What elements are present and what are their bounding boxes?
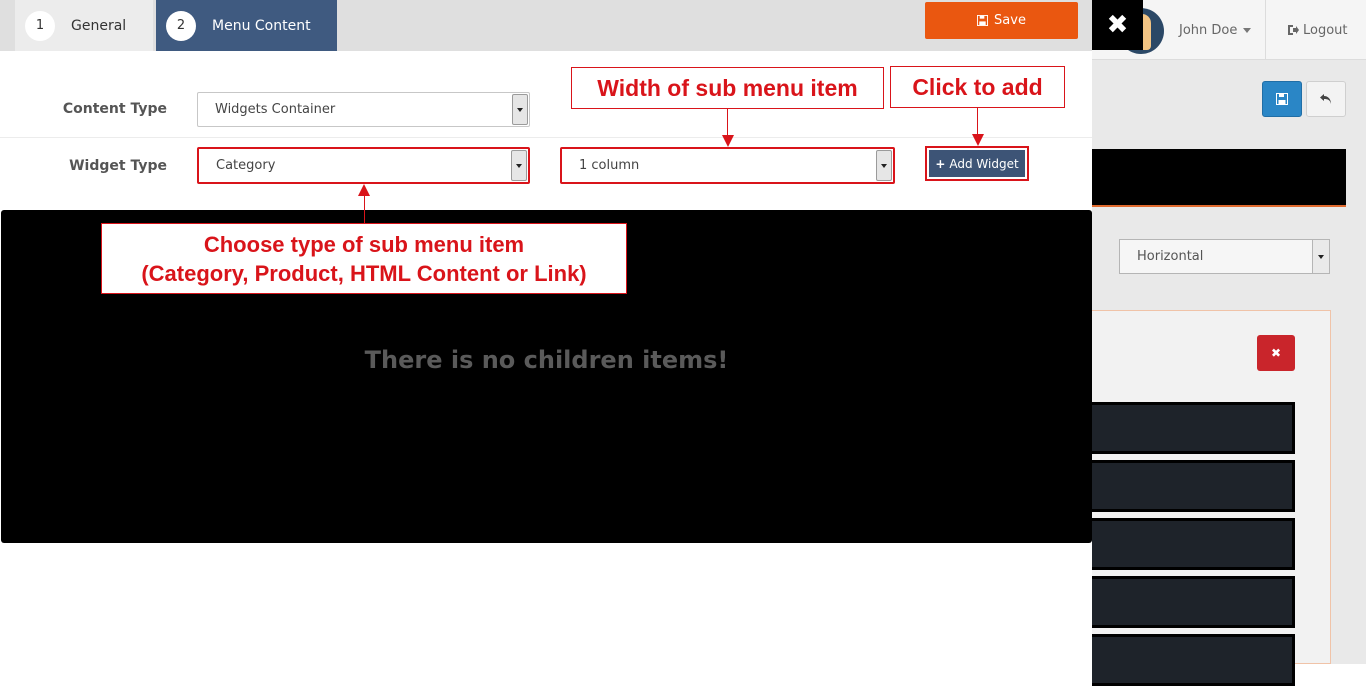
- widget-type-value: Category: [216, 158, 276, 173]
- arrow-down-icon: [722, 135, 734, 147]
- background-list-item: [1092, 518, 1295, 570]
- step-number: 2: [166, 10, 196, 41]
- tab-menu-content[interactable]: 2 Menu Content: [156, 0, 337, 51]
- background-list-item: [1092, 634, 1295, 686]
- content-type-value: Widgets Container: [215, 102, 336, 117]
- annotation-width-text: Width of sub menu item: [597, 74, 858, 101]
- plus-icon: +: [935, 156, 946, 171]
- chevron-down-icon: [1243, 27, 1252, 33]
- annotation-add-arrow-line: [977, 108, 978, 134]
- background-menu-bar: [1092, 149, 1346, 207]
- orientation-value: Horizontal: [1137, 249, 1204, 264]
- empty-state-message: There is no children items!: [364, 346, 729, 374]
- width-value: 1 column: [579, 158, 640, 173]
- chevron-down-icon: [876, 150, 892, 181]
- logout-label: Logout: [1303, 22, 1348, 38]
- annotation-type-text-1: Choose type of sub menu item: [203, 231, 525, 257]
- floppy-icon: [1276, 93, 1288, 105]
- add-widget-button[interactable]: + Add Widget: [929, 150, 1025, 177]
- width-select[interactable]: 1 column: [560, 147, 895, 184]
- annotation-width-arrow-line: [727, 109, 728, 135]
- user-menu[interactable]: John Doe: [1179, 20, 1252, 40]
- annotation-type-arrow-line: [364, 196, 365, 223]
- add-widget-label: Add Widget: [949, 156, 1019, 171]
- arrow-up-icon: [358, 184, 370, 196]
- widget-type-label: Widget Type: [69, 158, 167, 174]
- content-type-label: Content Type: [62, 101, 167, 117]
- page-save-button[interactable]: [1262, 81, 1302, 117]
- tab-label: General: [71, 17, 127, 34]
- orientation-select[interactable]: Horizontal: [1119, 239, 1330, 274]
- close-icon: ✖: [1270, 346, 1282, 360]
- background-list-item: [1092, 402, 1295, 454]
- tab-general[interactable]: 1 General: [15, 0, 153, 51]
- topbar-divider: [1265, 0, 1266, 60]
- close-icon: ✖: [1106, 10, 1129, 40]
- step-number: 1: [25, 10, 55, 41]
- annotation-add: Click to add: [890, 66, 1065, 108]
- add-widget-highlight: + Add Widget: [925, 146, 1029, 181]
- widget-type-select[interactable]: Category: [197, 147, 530, 184]
- delete-button[interactable]: ✖: [1257, 335, 1295, 371]
- chevron-down-icon: [1312, 240, 1329, 273]
- chevron-down-icon: [512, 94, 528, 125]
- undo-icon: [1320, 94, 1331, 104]
- floppy-icon: [977, 15, 989, 26]
- annotation-add-text: Click to add: [912, 73, 1043, 100]
- chevron-down-icon: [511, 150, 527, 181]
- background-list-item: [1092, 576, 1295, 628]
- annotation-width: Width of sub menu item: [571, 67, 884, 109]
- tab-label: Menu Content: [212, 17, 311, 34]
- page-back-button[interactable]: [1306, 81, 1346, 117]
- annotation-type-text-2: (Category, Product, HTML Content or Link…: [141, 260, 587, 286]
- save-label: Save: [994, 13, 1026, 28]
- close-modal-button[interactable]: ✖: [1092, 0, 1143, 50]
- user-name: John Doe: [1179, 22, 1238, 38]
- content-type-select[interactable]: Widgets Container: [197, 92, 530, 127]
- save-button[interactable]: Save: [925, 2, 1078, 39]
- logout-link[interactable]: Logout: [1287, 20, 1348, 40]
- logout-icon: [1288, 25, 1299, 35]
- arrow-down-icon: [972, 134, 984, 146]
- background-list-item: [1092, 460, 1295, 512]
- form-divider: [0, 137, 1092, 138]
- annotation-type: Choose type of sub menu item (Category, …: [101, 223, 627, 294]
